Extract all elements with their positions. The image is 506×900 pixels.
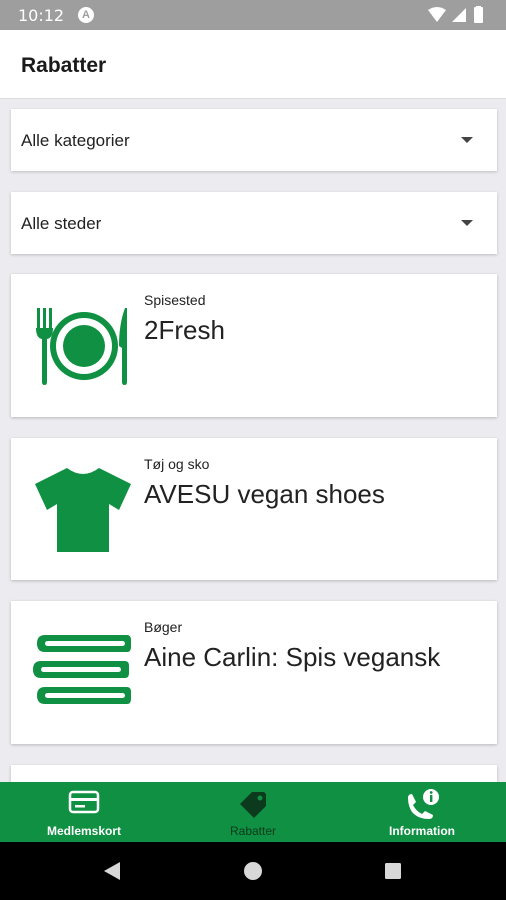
dropdown-arrow-icon [461, 137, 473, 143]
page-title: Rabatter [21, 54, 107, 77]
card-name: AVESU vegan shoes [144, 479, 385, 509]
tshirt-icon [35, 468, 131, 552]
nav-medlemskort[interactable]: Medlemskort [0, 782, 168, 842]
tag-icon [240, 792, 266, 818]
location-select-value: Alle steder [21, 214, 102, 233]
system-navigation-bar [0, 842, 506, 900]
card-name: 2Fresh [144, 315, 225, 345]
notification-badge: A [78, 7, 94, 23]
nav-label: Rabatter [229, 824, 277, 838]
card-icon [68, 790, 100, 814]
battery-icon [474, 7, 483, 23]
card-category: Spisested [144, 292, 206, 308]
bottom-navigation: Medlemskort Rabatter Information [0, 782, 506, 842]
home-icon[interactable] [243, 861, 263, 881]
recents-icon[interactable] [384, 862, 402, 880]
category-select[interactable]: Alle kategorier [11, 109, 497, 171]
back-icon[interactable] [100, 860, 122, 882]
discount-card[interactable]: Bøger Aine Carlin: Spis vegansk [11, 601, 497, 744]
phone-info-icon [408, 789, 439, 819]
status-time: 10:12 [18, 6, 65, 25]
nav-label: Medlemskort [46, 824, 122, 838]
nav-rabatter[interactable]: Rabatter [169, 782, 337, 842]
card-name: Aine Carlin: Spis vegansk [144, 642, 441, 672]
books-icon [33, 635, 131, 704]
dropdown-arrow-icon [461, 220, 473, 226]
app-bar: Rabatter [0, 30, 506, 99]
discount-card[interactable]: Tøj og sko AVESU vegan shoes [11, 438, 497, 580]
card-category: Bøger [144, 619, 183, 635]
location-select[interactable]: Alle steder [11, 192, 497, 254]
nav-label: Information [389, 824, 455, 838]
status-icons [428, 6, 483, 23]
signal-icon [452, 8, 466, 22]
card-category: Tøj og sko [144, 456, 210, 472]
nav-information[interactable]: Information [338, 782, 506, 842]
plate-cutlery-icon [36, 308, 127, 385]
status-bar: 10:12 A [0, 0, 506, 30]
wifi-icon [428, 7, 446, 22]
discount-card[interactable]: Spisested 2Fresh [11, 274, 497, 417]
category-select-value: Alle kategorier [21, 131, 130, 150]
